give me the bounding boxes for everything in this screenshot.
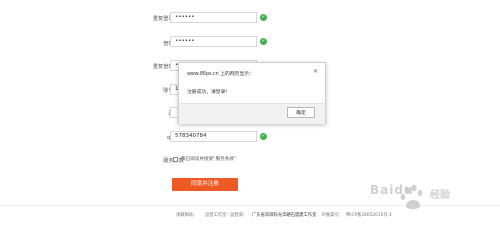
footer-studio-label: 运营工作室： (205, 213, 231, 218)
terms-checkbox[interactable] (173, 157, 178, 162)
footer-hosting-label: 承载网站： (176, 213, 198, 218)
register-button[interactable]: 同意并注册 (172, 178, 238, 191)
dialog-title: www.86ps.cn 上的网页显示： (187, 72, 254, 77)
dialog-message: 注册成功，请登录！ (187, 90, 231, 95)
footer-icp-number: 粤ICP备18052016号-1 (346, 213, 392, 218)
close-icon[interactable]: ✕ (313, 68, 318, 75)
repeat-login-password-input[interactable]: •••••• (170, 12, 257, 23)
check-icon: ✓ (260, 133, 267, 140)
watermark-sub: 经验 (430, 190, 450, 201)
footer-operator-label: 运营商： (230, 213, 248, 218)
admin-password-input[interactable]: •••••• (170, 36, 257, 47)
qq-input[interactable]: 578340784 (170, 131, 257, 142)
ok-button[interactable]: 确定 (287, 107, 315, 118)
check-icon: ✓ (260, 14, 267, 21)
terms-text[interactable]: 我已阅读并接受“服务条款” (181, 156, 236, 162)
footer-icp-label: IP备案号： (322, 213, 344, 218)
footer-operator-name: 广东省深圳科光华硬石盟建工作室 (252, 213, 317, 218)
check-icon: ✓ (260, 38, 267, 45)
watermark-brand: Baidu (370, 183, 414, 197)
alert-dialog: www.86ps.cn 上的网页显示： ✕ 注册成功，请登录！ 确定 (178, 62, 326, 124)
